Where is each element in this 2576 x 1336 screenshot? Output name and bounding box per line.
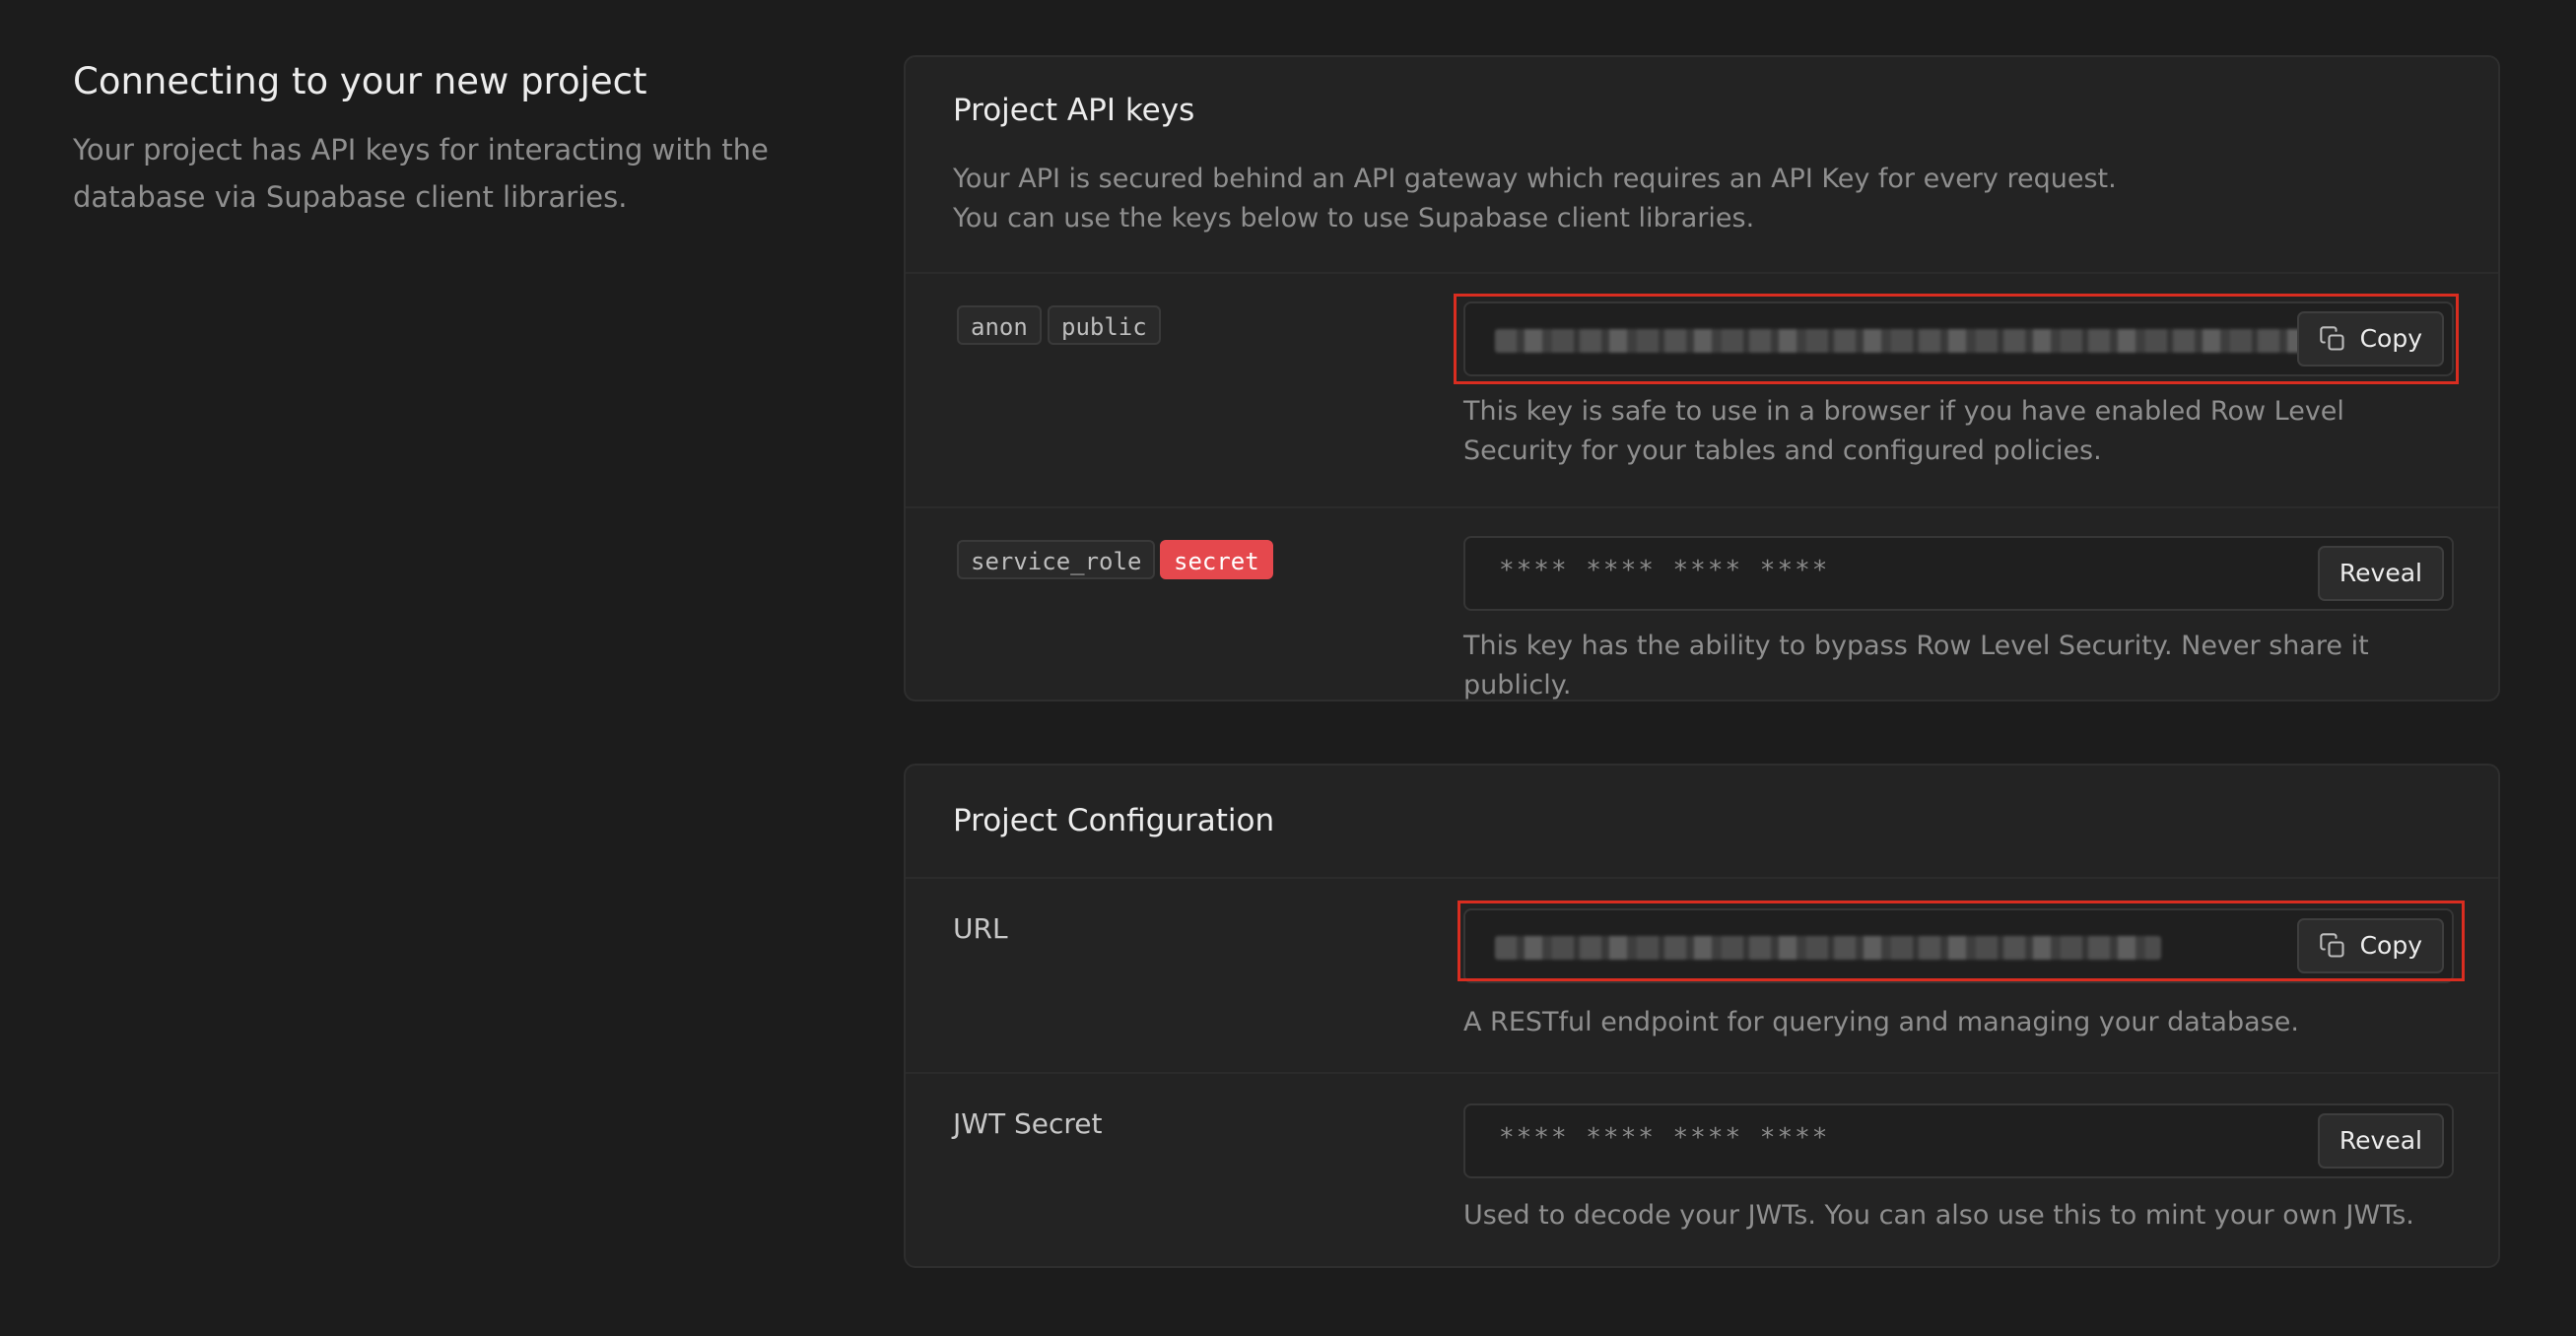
anon-tag: anon [957, 305, 1042, 345]
jwt-secret-reveal-button[interactable]: Reveal [2317, 1113, 2444, 1169]
anon-key-copy-button[interactable]: Copy [2296, 311, 2444, 367]
url-copy-button[interactable]: Copy [2296, 918, 2444, 973]
page-title: Connecting to your new project [73, 60, 647, 102]
url-label: URL [953, 912, 1008, 945]
secret-tag: secret [1160, 540, 1273, 579]
api-keys-title: Project API keys [953, 93, 1195, 128]
project-config-title: Project Configuration [953, 803, 1275, 838]
copy-icon [2319, 326, 2344, 351]
jwt-secret-label: JWT Secret [953, 1107, 1103, 1140]
page-description: Your project has API keys for interactin… [73, 133, 769, 214]
url-value-redacted [1495, 936, 2161, 960]
copy-button-label: Copy [2359, 324, 2422, 353]
api-keys-panel: Project API keys Your API is secured beh… [904, 55, 2500, 701]
api-keys-header: Project API keys Your API is secured beh… [906, 57, 2498, 274]
public-tag: public [1048, 305, 1161, 345]
jwt-secret-field[interactable]: **** **** **** **** Reveal [1463, 1103, 2454, 1178]
anon-key-value-redacted [1495, 329, 2303, 353]
copy-button-label: Copy [2359, 931, 2422, 960]
api-keys-description-line-2: You can use the keys below to use Supaba… [953, 203, 1755, 234]
service-role-key-row: service_role secret **** **** **** **** … [906, 506, 2498, 705]
service-role-key-field[interactable]: **** **** **** **** Reveal [1463, 536, 2454, 611]
service-role-masked-value: **** **** **** **** [1499, 556, 1830, 585]
url-row: URL Copy A RESTful endpoint for querying… [906, 877, 2498, 1072]
jwt-secret-row: JWT Secret **** **** **** **** Reveal Us… [906, 1072, 2498, 1270]
url-field[interactable]: Copy [1463, 908, 2454, 983]
api-keys-description-line-1: Your API is secured behind an API gatewa… [953, 164, 2117, 194]
project-config-header: Project Configuration [906, 766, 2498, 879]
service-role-tag: service_role [957, 540, 1156, 579]
anon-key-help: This key is safe to use in a browser if … [1463, 396, 2344, 466]
jwt-secret-masked-value: **** **** **** **** [1499, 1123, 1830, 1153]
copy-icon [2319, 933, 2344, 958]
url-help: A RESTful endpoint for querying and mana… [1463, 1007, 2299, 1037]
intro-section: Connecting to your new project Your proj… [73, 57, 822, 221]
jwt-secret-help: Used to decode your JWTs. You can also u… [1463, 1200, 2414, 1231]
anon-key-row: anon public Copy This key is safe to use… [906, 272, 2498, 506]
service-role-reveal-button[interactable]: Reveal [2317, 546, 2444, 601]
service-role-key-help: This key has the ability to bypass Row L… [1463, 631, 2369, 701]
project-config-panel: Project Configuration URL Copy A RESTful… [904, 764, 2500, 1268]
anon-key-field[interactable]: Copy [1463, 301, 2454, 376]
